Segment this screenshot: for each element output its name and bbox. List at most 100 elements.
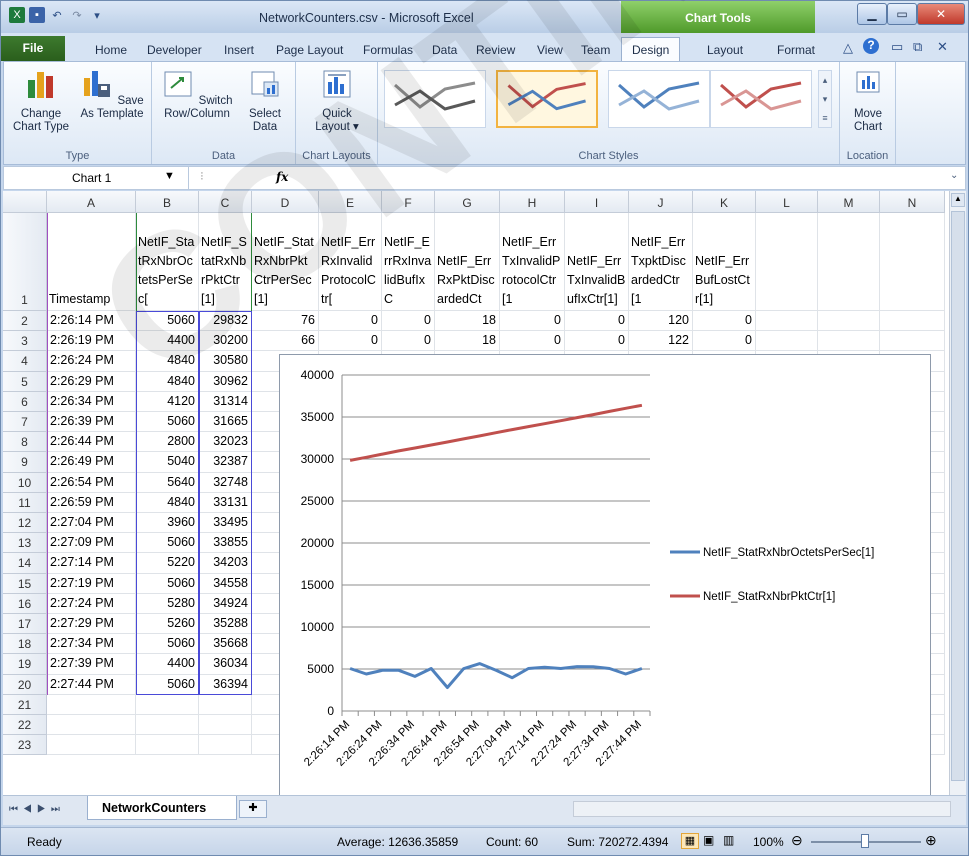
zoom-slider-thumb[interactable] [861, 834, 869, 848]
column-header[interactable]: N [880, 191, 945, 213]
row-header[interactable]: 6 [3, 391, 47, 412]
data-cell[interactable]: 18 [435, 331, 500, 352]
sheet-navigation-arrows-icon[interactable]: ⏮◀▶⏭ [9, 804, 65, 815]
empty-cell[interactable] [818, 213, 880, 311]
data-cell[interactable] [47, 694, 136, 715]
row-header[interactable]: 23 [3, 735, 47, 756]
workbook-close-icon[interactable]: ✕ [937, 39, 948, 55]
redo-icon[interactable]: ↷ [69, 7, 85, 23]
select-data-button[interactable]: Select Data [242, 68, 288, 134]
row-header[interactable]: 8 [3, 432, 47, 453]
minimize-button[interactable]: ▁ [857, 3, 887, 25]
tab-format[interactable]: Format [777, 43, 815, 57]
data-cell[interactable] [756, 311, 818, 332]
header-cell[interactable]: NetIF_ErrRxInvalidProtocolCtr[ [319, 213, 382, 311]
column-header[interactable]: I [565, 191, 629, 213]
column-header[interactable]: J [629, 191, 693, 213]
row-header[interactable]: 21 [3, 694, 47, 715]
chart-style-4[interactable] [710, 70, 812, 128]
page-layout-view-icon[interactable]: ▣ [703, 833, 714, 847]
sheet-tab-networkcounters[interactable]: NetworkCounters [87, 796, 237, 820]
data-cell[interactable] [199, 715, 252, 736]
row-header[interactable]: 2 [3, 311, 47, 332]
scroll-thumb[interactable] [951, 211, 965, 781]
row-header[interactable]: 9 [3, 452, 47, 473]
row-header[interactable]: 11 [3, 492, 47, 513]
insert-function-icon[interactable]: fx [276, 170, 288, 184]
horizontal-scrollbar[interactable] [573, 801, 951, 817]
tab-home[interactable]: Home [95, 43, 127, 57]
column-header[interactable]: A [47, 191, 136, 213]
workbook-minimize-icon[interactable]: ▭ [891, 39, 903, 55]
row-header[interactable]: 1 [3, 213, 47, 311]
data-cell[interactable]: 0 [565, 311, 629, 332]
undo-icon[interactable]: ↶ [49, 7, 65, 23]
column-header[interactable]: G [435, 191, 500, 213]
column-header[interactable]: H [500, 191, 565, 213]
select-all-corner[interactable] [3, 191, 47, 213]
row-header[interactable]: 19 [3, 654, 47, 675]
data-cell[interactable]: 0 [382, 331, 435, 352]
row-header[interactable]: 5 [3, 371, 47, 392]
excel-icon[interactable]: X [9, 7, 25, 23]
normal-view-icon[interactable]: ▦ [681, 833, 699, 849]
vertical-scrollbar[interactable]: ▲ [949, 191, 966, 795]
row-header[interactable]: 12 [3, 513, 47, 534]
data-cell[interactable]: 0 [382, 311, 435, 332]
header-cell[interactable]: NetIF_ErrBufLostCtr[1] [693, 213, 756, 311]
name-box[interactable]: Chart 1 [4, 167, 189, 189]
column-header[interactable]: D [252, 191, 319, 213]
data-cell[interactable]: 18 [435, 311, 500, 332]
header-cell[interactable]: NetIF_ErrRxInvalidBufIxC [382, 213, 435, 311]
data-cell[interactable]: 0 [319, 311, 382, 332]
data-cell[interactable]: 76 [252, 311, 319, 332]
header-cell[interactable]: NetIF_ErrTxInvalidBufIxCtr[1] [565, 213, 629, 311]
data-cell[interactable] [199, 735, 252, 756]
data-cell[interactable] [818, 331, 880, 352]
name-box-dropdown-icon[interactable]: ▼ [164, 170, 175, 182]
data-cell[interactable] [136, 715, 199, 736]
data-cell[interactable]: 0 [693, 331, 756, 352]
tab-view[interactable]: View [537, 43, 563, 57]
zoom-in-icon[interactable]: ⊕ [925, 832, 937, 849]
row-header[interactable]: 10 [3, 472, 47, 493]
close-button[interactable]: ✕ [917, 3, 965, 25]
row-header[interactable]: 18 [3, 634, 47, 655]
tab-formulas[interactable]: Formulas [363, 43, 413, 57]
row-header[interactable]: 13 [3, 533, 47, 554]
data-cell[interactable]: 0 [500, 331, 565, 352]
ribbon-minimize-icon[interactable]: △ [843, 40, 853, 56]
quick-layout-button[interactable]: Quick Layout ▾ [306, 68, 368, 134]
tab-design[interactable]: Design [621, 37, 681, 61]
tab-team[interactable]: Team [581, 43, 610, 57]
row-header[interactable]: 22 [3, 715, 47, 736]
help-icon[interactable]: ? [863, 38, 879, 54]
row-header[interactable]: 3 [3, 331, 47, 352]
data-cell[interactable]: 66 [252, 331, 319, 352]
header-cell[interactable]: NetIF_StatRxNbrPktCtrPerSec[1] [252, 213, 319, 311]
tab-page-layout[interactable]: Page Layout [276, 43, 343, 57]
column-header[interactable]: F [382, 191, 435, 213]
column-header[interactable]: M [818, 191, 880, 213]
row-header[interactable]: 14 [3, 553, 47, 574]
header-cell[interactable]: NetIF_ErrTxInvalidProtocolCtr[1 [500, 213, 565, 311]
maximize-button[interactable]: ▭ [887, 3, 917, 25]
data-cell[interactable] [47, 715, 136, 736]
data-cell[interactable]: 122 [629, 331, 693, 352]
data-cell[interactable] [47, 735, 136, 756]
row-header[interactable]: 7 [3, 412, 47, 433]
column-header[interactable]: C [199, 191, 252, 213]
insert-sheet-icon[interactable]: ✚ [239, 800, 267, 818]
column-header[interactable]: L [756, 191, 818, 213]
row-header[interactable]: 20 [3, 674, 47, 695]
row-header[interactable]: 16 [3, 593, 47, 614]
workbook-restore-icon[interactable]: ⧉ [913, 39, 922, 55]
tab-layout[interactable]: Layout [707, 43, 743, 57]
empty-cell[interactable] [756, 213, 818, 311]
zoom-out-icon[interactable]: ⊖ [791, 832, 803, 849]
data-cell[interactable] [136, 694, 199, 715]
row-header[interactable]: 15 [3, 573, 47, 594]
data-cell[interactable]: 120 [629, 311, 693, 332]
line-chart[interactable]: 0 5000 10000 15000 20000 25000 30000 35000 40000… [279, 354, 931, 802]
save-as-template-button[interactable]: Save As Template [78, 68, 146, 121]
